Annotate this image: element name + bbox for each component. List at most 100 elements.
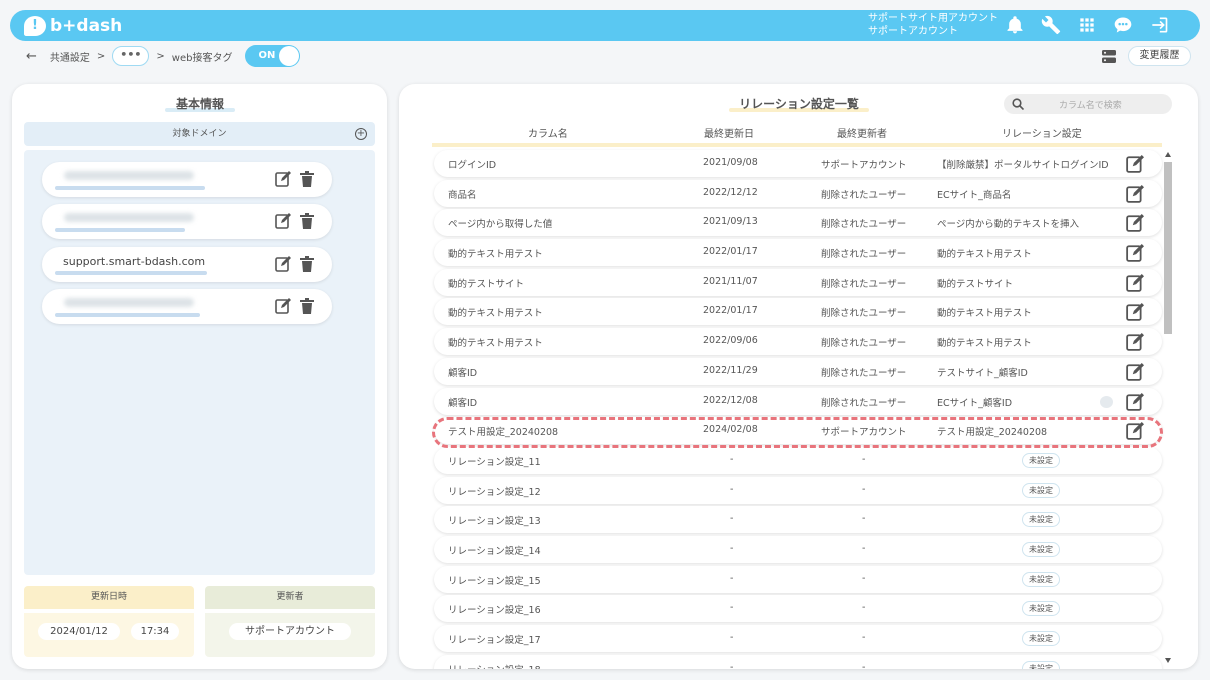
account-name-line1: サポートサイト用アカウント	[868, 13, 998, 24]
cell-updated-date: 2022/11/29	[703, 364, 758, 376]
table-row[interactable]: 動的テキスト用テスト 2022/09/06 削除されたユーザー 動的テキスト用テスト	[434, 328, 1162, 356]
trash-icon[interactable]	[300, 213, 314, 229]
cell-updated-by: サポートアカウント	[821, 160, 907, 171]
table-row[interactable]: リレーション設定_17 - - 未設定	[434, 625, 1162, 652]
cell-column-name: ページ内から取得した値	[448, 219, 553, 231]
updated-time: 17:34	[131, 623, 179, 640]
unset-badge: 未設定	[1022, 452, 1060, 468]
cell-updated-by: 削除されたユーザー	[821, 249, 907, 261]
cell-updated-date: 2024/02/08	[703, 424, 758, 436]
table-row[interactable]: リレーション設定_11 - - 未設定	[434, 446, 1162, 474]
on-off-toggle[interactable]: ON	[245, 45, 301, 67]
cell-column-name: リレーション設定_13	[448, 516, 541, 528]
scroll-up-arrow[interactable]	[1165, 152, 1171, 157]
edit-icon[interactable]	[1126, 362, 1144, 381]
table-row[interactable]: 顧客ID 2022/11/29 削除されたユーザー テストサイト_顧客ID	[434, 357, 1162, 385]
cell-column-name: リレーション設定_14	[448, 545, 541, 557]
table-row[interactable]: 動的テストサイト 2021/11/07 削除されたユーザー 動的テストサイト	[434, 268, 1162, 296]
domain-item	[42, 289, 332, 324]
breadcrumb: ← 共通設定 > ••• > web接客タグ ON	[26, 44, 301, 68]
search-placeholder: カラム名で検索	[1059, 101, 1122, 111]
scroll-down-arrow[interactable]	[1165, 658, 1171, 663]
cell-column-name: リレーション設定_18	[448, 662, 541, 669]
edit-icon[interactable]	[1126, 392, 1144, 411]
cell-updated-by: -	[862, 632, 866, 643]
account-info[interactable]: サポートサイト用アカウント サポートアカウント	[868, 12, 998, 38]
edit-icon[interactable]	[1126, 244, 1144, 262]
table-header: カラム名 最終更新日 最終更新者 リレーション設定	[432, 120, 1162, 147]
logout-icon[interactable]	[1148, 14, 1170, 36]
change-history-button[interactable]: 変更履歴	[1128, 46, 1191, 66]
edit-icon[interactable]	[1126, 422, 1144, 440]
trash-icon[interactable]	[300, 256, 314, 272]
edit-icon[interactable]	[1126, 155, 1144, 173]
bdash-logo[interactable]: ! b+dash	[24, 14, 122, 37]
blurred-domain-text	[64, 171, 194, 180]
column-header-relation[interactable]: リレーション設定	[1002, 125, 1082, 140]
cell-column-name: 動的テキスト用テスト	[448, 338, 543, 350]
basic-info-title-text: 基本情報	[175, 97, 224, 111]
unset-badge: 未設定	[1022, 631, 1060, 646]
breadcrumb-more-button[interactable]: •••	[112, 46, 150, 66]
add-domain-icon[interactable]: +	[355, 128, 367, 140]
trash-icon[interactable]	[300, 298, 314, 314]
edit-icon[interactable]	[275, 171, 291, 187]
table-row[interactable]: ログインID 2021/09/08 サポートアカウント 【削除厳禁】ポータルサイトログ…	[434, 150, 1162, 177]
breadcrumb-common-settings[interactable]: 共通設定	[50, 49, 90, 64]
column-search-input[interactable]: カラム名で検索	[1004, 94, 1172, 114]
wrench-icon[interactable]	[1040, 14, 1062, 36]
table-row[interactable]: リレーション設定_12 - - 未設定	[434, 476, 1162, 504]
table-row[interactable]: リレーション設定_15 - - 未設定	[434, 565, 1162, 593]
edit-icon[interactable]	[1126, 303, 1144, 322]
table-row[interactable]: 顧客ID 2022/12/08 削除されたユーザー ECサイト_顧客ID	[434, 387, 1162, 415]
table-row[interactable]: ページ内から取得した値 2021/09/13 削除されたユーザー ページ内から動的テキ…	[434, 209, 1162, 237]
column-header-updated-by[interactable]: 最終更新者	[837, 125, 887, 140]
domain-underline	[55, 228, 185, 232]
edit-icon[interactable]	[275, 298, 291, 314]
apps-grid-icon[interactable]	[1076, 14, 1098, 36]
bell-icon[interactable]	[1004, 14, 1026, 36]
cell-relation: ECサイト_顧客ID	[937, 397, 1013, 409]
toggle-label: ON	[258, 50, 276, 61]
table-row[interactable]: リレーション設定_16 - - 未設定	[434, 595, 1162, 623]
edit-icon[interactable]	[1126, 214, 1144, 233]
cell-updated-date: -	[730, 453, 734, 465]
relation-table-body: ログインID 2021/09/08 サポートアカウント 【削除厳禁】ポータルサイトログ…	[434, 150, 1162, 669]
logo-bubble-icon: !	[24, 15, 46, 36]
cell-updated-by: 削除されたユーザー	[821, 338, 907, 350]
table-row[interactable]: 商品名 2022/12/12 削除されたユーザー ECサイト_商品名	[434, 179, 1162, 207]
edit-icon[interactable]	[1126, 333, 1144, 351]
breadcrumb-current-page: web接客タグ	[171, 52, 233, 64]
table-row[interactable]: 動的テキスト用テスト 2022/01/17 削除されたユーザー 動的テキスト用テスト	[434, 298, 1162, 326]
column-header-updated-date[interactable]: 最終更新日	[704, 125, 754, 140]
edit-icon[interactable]	[275, 256, 291, 272]
cell-relation: ページ内から動的テキストを挿入	[937, 219, 1080, 231]
table-row[interactable]: 動的テキスト用テスト 2022/01/17 削除されたユーザー 動的テキスト用テスト	[434, 239, 1162, 267]
table-row[interactable]: テスト用設定_20240208 2024/02/08 サポートアカウント テスト用設定…	[434, 417, 1162, 445]
edit-icon[interactable]	[275, 213, 291, 229]
trash-icon[interactable]	[300, 171, 314, 187]
cell-relation: 動的テキスト用テスト	[937, 308, 1032, 320]
cell-relation: 動的テストサイト	[937, 278, 1014, 290]
cell-updated-by: -	[862, 513, 866, 525]
basic-info-title: 基本情報	[165, 95, 235, 112]
cell-updated-date: 2022/09/06	[703, 335, 758, 347]
table-row[interactable]: リレーション設定_13 - - 未設定	[434, 506, 1162, 534]
cell-column-name: リレーション設定_11	[448, 456, 541, 468]
table-row[interactable]: リレーション設定_14 - - 未設定	[434, 535, 1162, 563]
unset-badge: 未設定	[1022, 571, 1060, 587]
target-domain-label: 対象ドメイン	[172, 129, 227, 139]
column-header-name[interactable]: カラム名	[528, 125, 568, 140]
scrollbar-thumb[interactable]	[1164, 162, 1172, 334]
edit-icon[interactable]	[1126, 184, 1144, 203]
top-navigation-bar: ! b+dash サポートサイト用アカウント サポートアカウント	[10, 10, 1200, 41]
edit-icon[interactable]	[1126, 273, 1144, 292]
table-row[interactable]: リレーション設定_18 - - 未設定	[434, 654, 1162, 669]
cell-column-name: 動的テストサイト	[448, 278, 525, 290]
unset-badge: 未設定	[1022, 512, 1060, 528]
server-icon[interactable]	[1102, 50, 1116, 63]
back-arrow-icon[interactable]: ←	[26, 49, 37, 64]
chat-icon[interactable]	[1112, 14, 1134, 36]
cell-updated-date: 2021/09/08	[703, 157, 758, 168]
cell-updated-date: -	[730, 483, 734, 495]
